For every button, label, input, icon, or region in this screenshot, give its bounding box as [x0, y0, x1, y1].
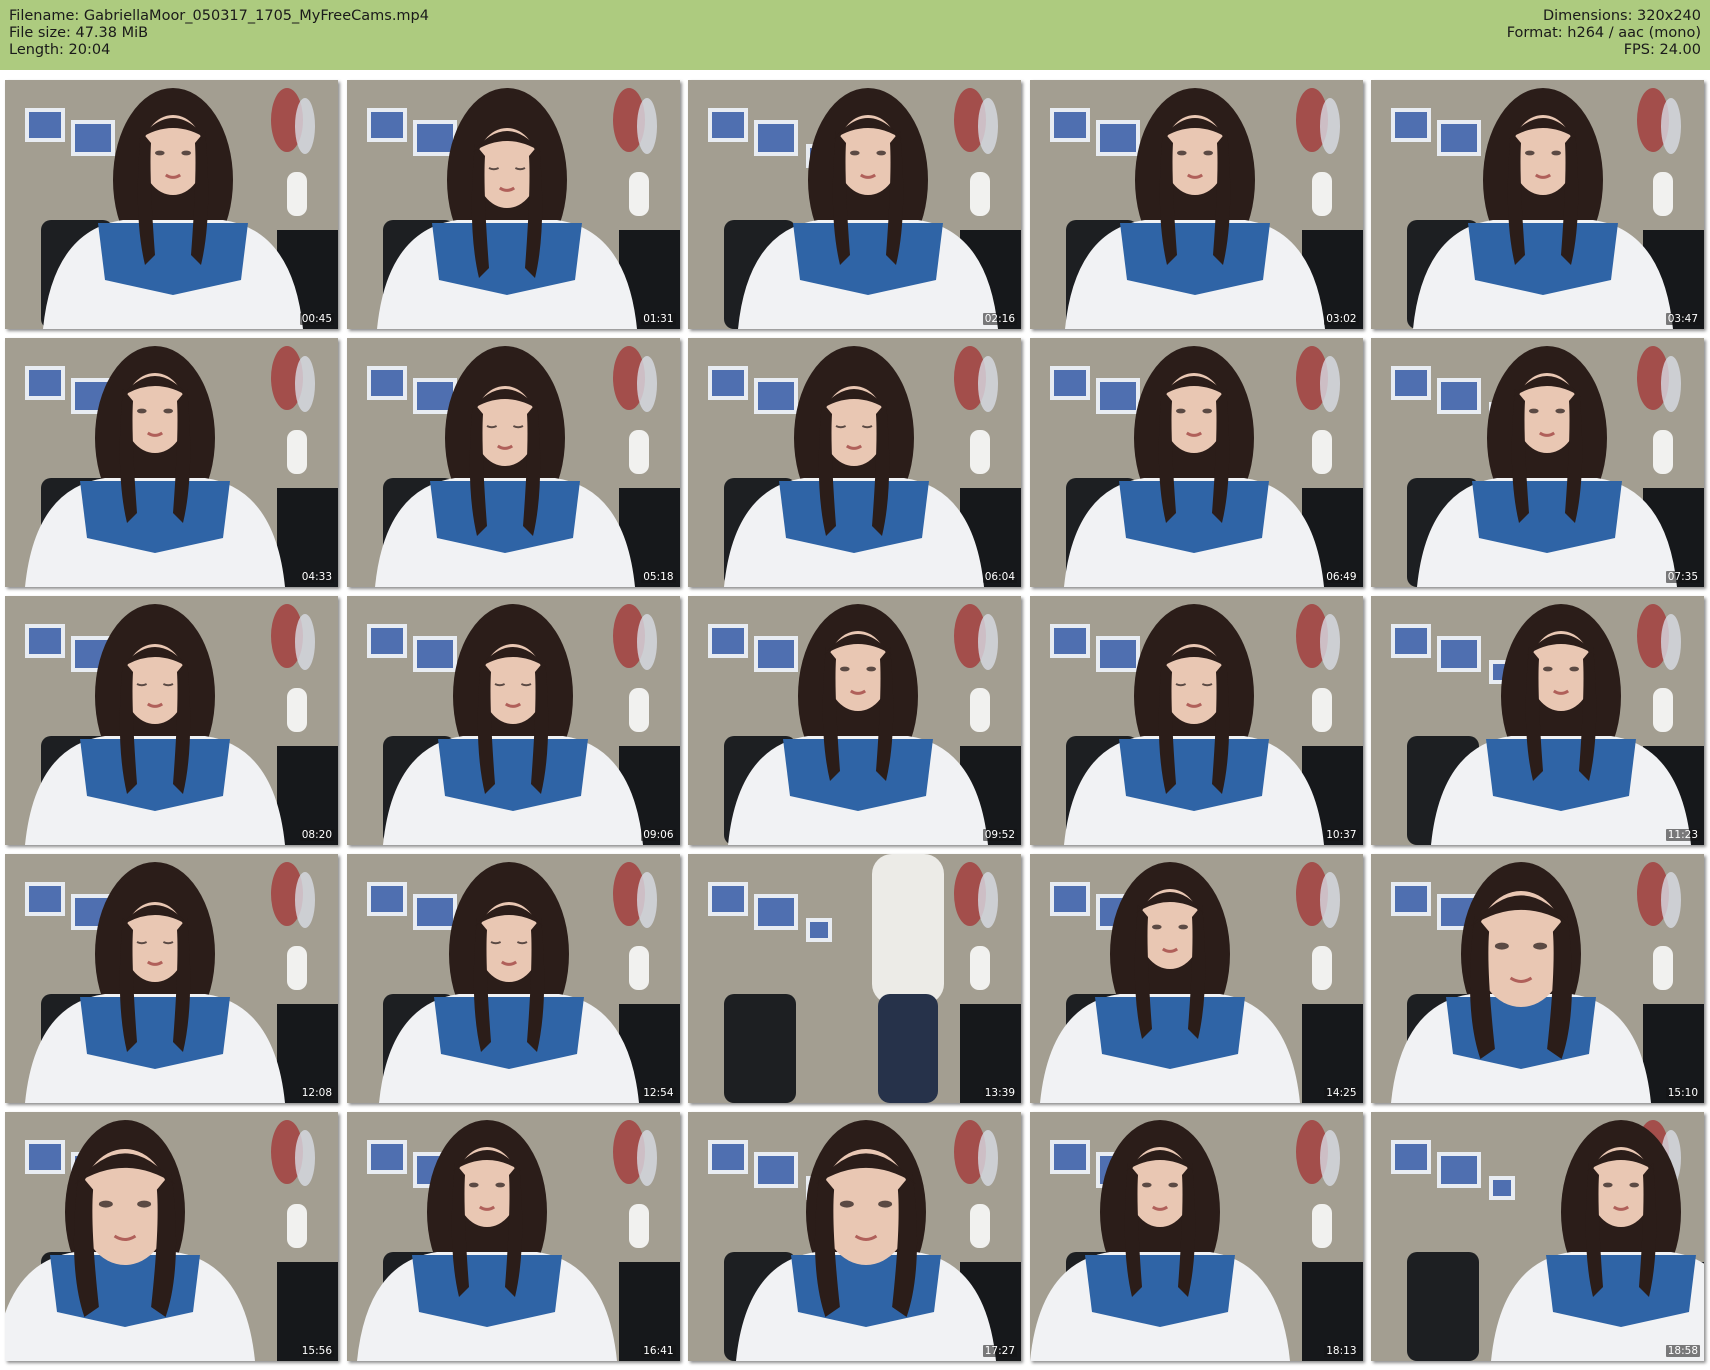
thumbnail-frame — [346, 80, 680, 329]
thumbnail-frame — [5, 80, 338, 329]
thumbnail-timestamp: 08:20 — [299, 829, 334, 841]
thumbnail-timestamp: 06:04 — [982, 571, 1017, 583]
thumbnail-frame — [5, 596, 338, 845]
dimensions-label: Dimensions: 320x240 — [1542, 8, 1701, 24]
thumbnail-timestamp: 10:37 — [1324, 829, 1359, 841]
video-thumbnail: 03:02 — [1029, 80, 1363, 329]
video-thumbnail: 17:27 — [688, 1112, 1021, 1361]
thumbnail-timestamp: 12:54 — [641, 1087, 676, 1099]
thumbnail-timestamp: 00:45 — [299, 313, 334, 325]
thumbnail-timestamp: 15:56 — [299, 1345, 334, 1357]
thumbnail-frame — [688, 338, 1021, 587]
thumbnail-frame — [1371, 338, 1704, 587]
thumbnail-frame — [688, 854, 1021, 1103]
info-header: Filename: GabriellaMoor_050317_1705_MyFr… — [0, 0, 1710, 70]
thumbnail-frame — [1371, 80, 1704, 329]
thumbnail-timestamp: 17:27 — [982, 1345, 1017, 1357]
video-thumbnail: 01:31 — [346, 80, 680, 329]
video-thumbnail: 09:06 — [346, 596, 680, 845]
video-thumbnail: 02:16 — [688, 80, 1021, 329]
filename-label: Filename: GabriellaMoor_050317_1705_MyFr… — [9, 8, 429, 24]
thumbnail-frame — [346, 854, 680, 1103]
file-info-right: Dimensions: 320x240 Format: h264 / aac (… — [1507, 8, 1701, 59]
video-thumbnail: 06:04 — [688, 338, 1021, 587]
thumbnail-frame — [346, 338, 680, 587]
thumbnail-timestamp: 16:41 — [641, 1345, 676, 1357]
thumbnail-frame — [688, 1112, 1021, 1361]
video-thumbnail: 18:13 — [1029, 1112, 1363, 1361]
thumbnail-frame — [346, 596, 680, 845]
thumbnail-frame — [346, 1112, 680, 1361]
filesize-label: File size: 47.38 MiB — [9, 25, 149, 41]
video-thumbnail: 18:58 — [1371, 1112, 1704, 1361]
format-label: Format: h264 / aac (mono) — [1506, 25, 1701, 41]
video-thumbnail: 16:41 — [346, 1112, 680, 1361]
video-thumbnail: 04:33 — [5, 338, 338, 587]
video-thumbnail: 09:52 — [688, 596, 1021, 845]
video-thumbnail: 11:23 — [1371, 596, 1704, 845]
thumbnail-timestamp: 09:52 — [982, 829, 1017, 841]
thumbnail-timestamp: 14:25 — [1324, 1087, 1359, 1099]
thumbnail-timestamp: 06:49 — [1324, 571, 1359, 583]
video-thumbnail: 05:18 — [346, 338, 680, 587]
thumbnail-timestamp: 01:31 — [641, 313, 676, 325]
thumbnail-frame — [688, 596, 1021, 845]
fps-label: FPS: 24.00 — [1623, 42, 1701, 58]
thumbnail-timestamp: 15:10 — [1665, 1087, 1700, 1099]
length-label: Length: 20:04 — [9, 42, 111, 58]
video-thumbnail: 10:37 — [1029, 596, 1363, 845]
thumbnail-frame — [1371, 854, 1704, 1103]
video-thumbnail: 15:10 — [1371, 854, 1704, 1103]
thumbnail-timestamp: 05:18 — [641, 571, 676, 583]
thumbnail-frame — [1371, 596, 1704, 845]
thumbnail-frame — [5, 854, 338, 1103]
thumbnail-frame — [1029, 854, 1363, 1103]
thumbnail-timestamp: 12:08 — [299, 1087, 334, 1099]
thumbnail-timestamp: 09:06 — [641, 829, 676, 841]
thumbnail-frame — [1029, 596, 1363, 845]
file-info-left: Filename: GabriellaMoor_050317_1705_MyFr… — [9, 8, 429, 59]
thumbnail-timestamp: 18:13 — [1324, 1345, 1359, 1357]
thumbnail-frame — [1029, 338, 1363, 587]
video-thumbnail: 03:47 — [1371, 80, 1704, 329]
thumbnail-frame — [1029, 80, 1363, 329]
thumbnail-grid: 00:45 01:31 02:16 03:02 03:47 04:33 05:18 06:04… — [5, 80, 1705, 1366]
video-thumbnail: 00:45 — [5, 80, 338, 329]
video-thumbnail: 12:08 — [5, 854, 338, 1103]
thumbnail-timestamp: 02:16 — [982, 313, 1017, 325]
video-thumbnail: 14:25 — [1029, 854, 1363, 1103]
thumbnail-timestamp: 03:02 — [1324, 313, 1359, 325]
video-thumbnail: 08:20 — [5, 596, 338, 845]
thumbnail-frame — [688, 80, 1021, 329]
thumbnail-timestamp: 18:58 — [1665, 1345, 1700, 1357]
thumbnail-timestamp: 07:35 — [1665, 571, 1700, 583]
thumbnail-timestamp: 03:47 — [1665, 313, 1700, 325]
thumbnail-frame — [1029, 1112, 1363, 1361]
thumbnail-frame — [5, 338, 338, 587]
video-thumbnail: 06:49 — [1029, 338, 1363, 587]
video-thumbnail: 15:56 — [5, 1112, 338, 1361]
video-thumbnail: 07:35 — [1371, 338, 1704, 587]
thumbnail-timestamp: 04:33 — [299, 571, 334, 583]
video-thumbnail: 12:54 — [346, 854, 680, 1103]
thumbnail-timestamp: 11:23 — [1665, 829, 1700, 841]
video-thumbnail: 13:39 — [688, 854, 1021, 1103]
thumbnail-frame — [1371, 1112, 1704, 1361]
thumbnail-frame — [5, 1112, 338, 1361]
thumbnail-timestamp: 13:39 — [982, 1087, 1017, 1099]
